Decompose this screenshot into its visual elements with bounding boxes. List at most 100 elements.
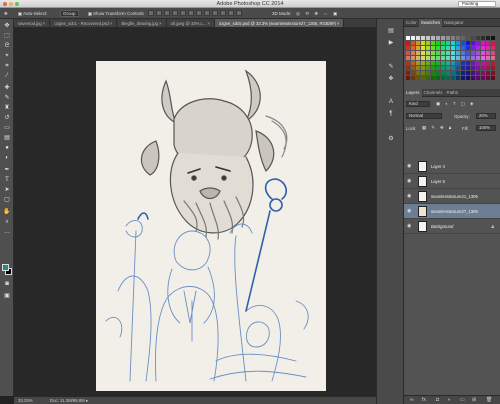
tab-paths[interactable]: Paths (445, 89, 461, 97)
color-swatch[interactable] (456, 36, 460, 40)
color-swatch[interactable] (406, 36, 410, 40)
color-swatch[interactable] (476, 41, 480, 45)
visibility-eye-icon[interactable]: ◉ (407, 179, 413, 184)
distribute-left-icon[interactable] (220, 10, 226, 16)
color-swatch[interactable] (471, 36, 475, 40)
move-tool-icon[interactable]: ✥ (4, 10, 8, 17)
color-swatch[interactable] (416, 61, 420, 65)
color-swatch[interactable] (421, 46, 425, 50)
layer-mask-icon[interactable]: ◘ (436, 397, 439, 403)
color-swatch[interactable] (421, 76, 425, 80)
color-swatch[interactable] (471, 61, 475, 65)
color-swatch[interactable] (476, 56, 480, 60)
color-swatch[interactable] (436, 56, 440, 60)
color-swatch[interactable] (486, 51, 490, 55)
color-swatch[interactable] (411, 61, 415, 65)
color-swatch[interactable] (486, 71, 490, 75)
color-swatch[interactable] (416, 56, 420, 60)
color-swatch[interactable] (421, 61, 425, 65)
document-canvas[interactable] (96, 61, 326, 391)
color-swatch[interactable] (436, 46, 440, 50)
color-swatch[interactable] (456, 76, 460, 80)
zoom-level[interactable]: 33.33% (18, 398, 33, 403)
color-swatch[interactable] (471, 76, 475, 80)
color-swatch[interactable] (436, 51, 440, 55)
align-left-icon[interactable] (172, 10, 178, 16)
color-swatch[interactable] (446, 71, 450, 75)
color-swatch[interactable] (476, 51, 480, 55)
color-swatch[interactable] (421, 66, 425, 70)
color-swatch[interactable] (461, 46, 465, 50)
filter-icons[interactable]: ▣ ◐ T ▢ ◈ (436, 101, 475, 107)
align-vcenter-icon[interactable] (156, 10, 162, 16)
color-swatch[interactable] (491, 71, 495, 75)
color-swatch[interactable] (436, 66, 440, 70)
color-swatch[interactable] (461, 36, 465, 40)
color-swatch[interactable] (411, 41, 415, 45)
color-swatch[interactable] (471, 46, 475, 50)
color-swatch[interactable] (486, 41, 490, 45)
brush-panel-icon[interactable]: ❖ (387, 75, 395, 82)
color-swatch[interactable] (426, 41, 430, 45)
auto-select-option[interactable]: Auto-Select: (18, 10, 48, 17)
layer-row-selected[interactable]: ◉ seamlesstexture27_1306 (404, 204, 500, 219)
color-swatch[interactable] (426, 36, 430, 40)
color-swatch[interactable] (451, 71, 455, 75)
color-swatch[interactable] (451, 56, 455, 60)
delete-layer-icon[interactable]: 🗑︎ (486, 397, 492, 403)
color-swatch[interactable] (406, 66, 410, 70)
color-swatch[interactable] (491, 66, 495, 70)
visibility-eye-icon[interactable]: ◉ (407, 224, 413, 229)
color-swatch[interactable] (451, 41, 455, 45)
color-swatch[interactable] (431, 56, 435, 60)
tab-color[interactable]: Color (404, 19, 419, 27)
color-swatch[interactable] (406, 56, 410, 60)
layer-kind-filter[interactable]: Kind (406, 101, 430, 107)
color-swatch[interactable] (421, 36, 425, 40)
color-swatch[interactable] (476, 61, 480, 65)
group-icon[interactable]: ▭ (460, 397, 465, 403)
lasso-tool-icon[interactable]: ᘓ (3, 43, 11, 50)
color-swatch[interactable] (446, 46, 450, 50)
color-swatch[interactable] (416, 66, 420, 70)
dodge-tool-icon[interactable]: ◐ (3, 155, 11, 162)
color-swatch[interactable] (486, 36, 490, 40)
eyedropper-tool-icon[interactable]: ⁄ (3, 73, 11, 80)
auto-select-checkbox[interactable] (18, 11, 22, 16)
gradient-tool-icon[interactable]: ▤ (3, 135, 11, 142)
history-panel-icon[interactable]: ▤ (387, 27, 395, 34)
color-swatch[interactable] (431, 41, 435, 45)
3d-mode-icons[interactable]: ◎ ⟲ ✥ ⇔ ▣ (296, 10, 339, 17)
doc-tab-active[interactable]: ozgne_sdc5.psd @ 33.3% (seamlesstexture2… (214, 19, 345, 27)
doc-tab[interactable]: savemod.jpg × (14, 19, 51, 27)
color-swatch[interactable] (491, 41, 495, 45)
clone-stamp-tool-icon[interactable]: ♜ (3, 105, 11, 112)
color-swatch[interactable] (431, 61, 435, 65)
color-swatch[interactable] (471, 41, 475, 45)
adjustment-layer-icon[interactable]: ◐ (448, 397, 451, 403)
color-swatch[interactable] (456, 71, 460, 75)
color-swatch[interactable] (481, 51, 485, 55)
color-swatch[interactable] (426, 76, 430, 80)
color-swatch[interactable] (446, 51, 450, 55)
color-swatch[interactable] (431, 76, 435, 80)
color-swatch[interactable] (411, 76, 415, 80)
tab-channels[interactable]: Channels (422, 89, 445, 97)
color-swatch[interactable] (416, 46, 420, 50)
type-tool-icon[interactable]: T (3, 177, 11, 184)
eraser-tool-icon[interactable]: ▭ (3, 125, 11, 132)
color-swatch[interactable] (461, 66, 465, 70)
color-swatch[interactable] (406, 51, 410, 55)
color-swatch[interactable] (476, 46, 480, 50)
color-swatch[interactable] (456, 56, 460, 60)
color-swatch[interactable] (431, 46, 435, 50)
color-swatch[interactable] (486, 61, 490, 65)
tab-layers[interactable]: Layers (404, 89, 422, 97)
pen-tool-icon[interactable]: ✒ (3, 167, 11, 174)
blur-tool-icon[interactable]: ● (3, 145, 11, 152)
color-swatch[interactable] (481, 61, 485, 65)
color-swatch[interactable] (461, 51, 465, 55)
color-swatch[interactable] (406, 61, 410, 65)
workspace-switcher[interactable]: Painting (458, 1, 496, 7)
color-swatch[interactable] (416, 76, 420, 80)
